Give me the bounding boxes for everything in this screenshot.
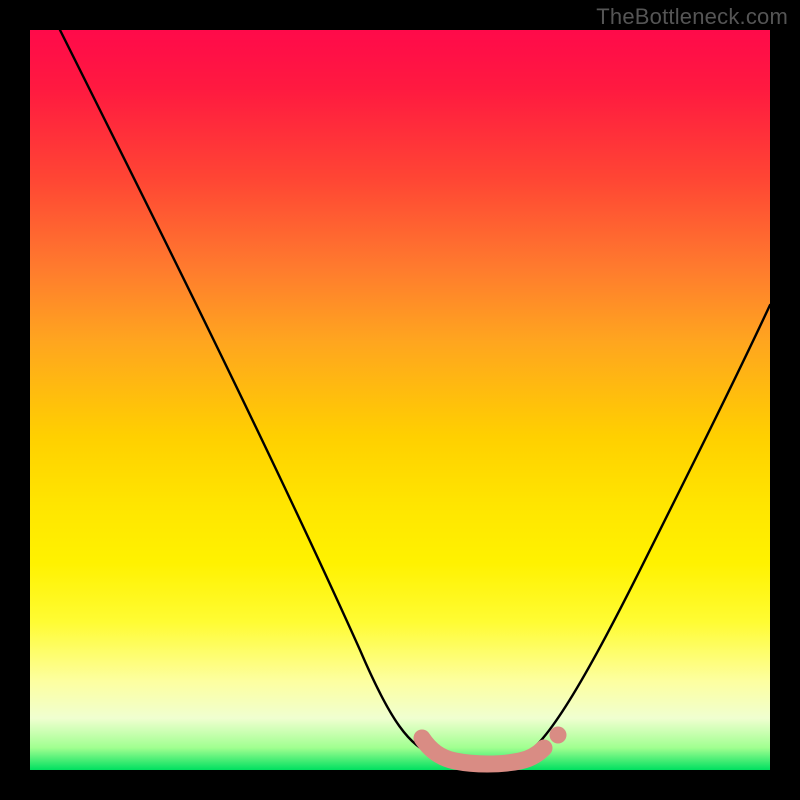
- chart-curves: [30, 30, 770, 770]
- bottleneck-curve: [60, 30, 770, 761]
- chart-frame: TheBottleneck.com: [0, 0, 800, 800]
- watermark-text: TheBottleneck.com: [596, 4, 788, 30]
- optimal-band: [422, 738, 544, 764]
- optimal-marker: [550, 727, 567, 744]
